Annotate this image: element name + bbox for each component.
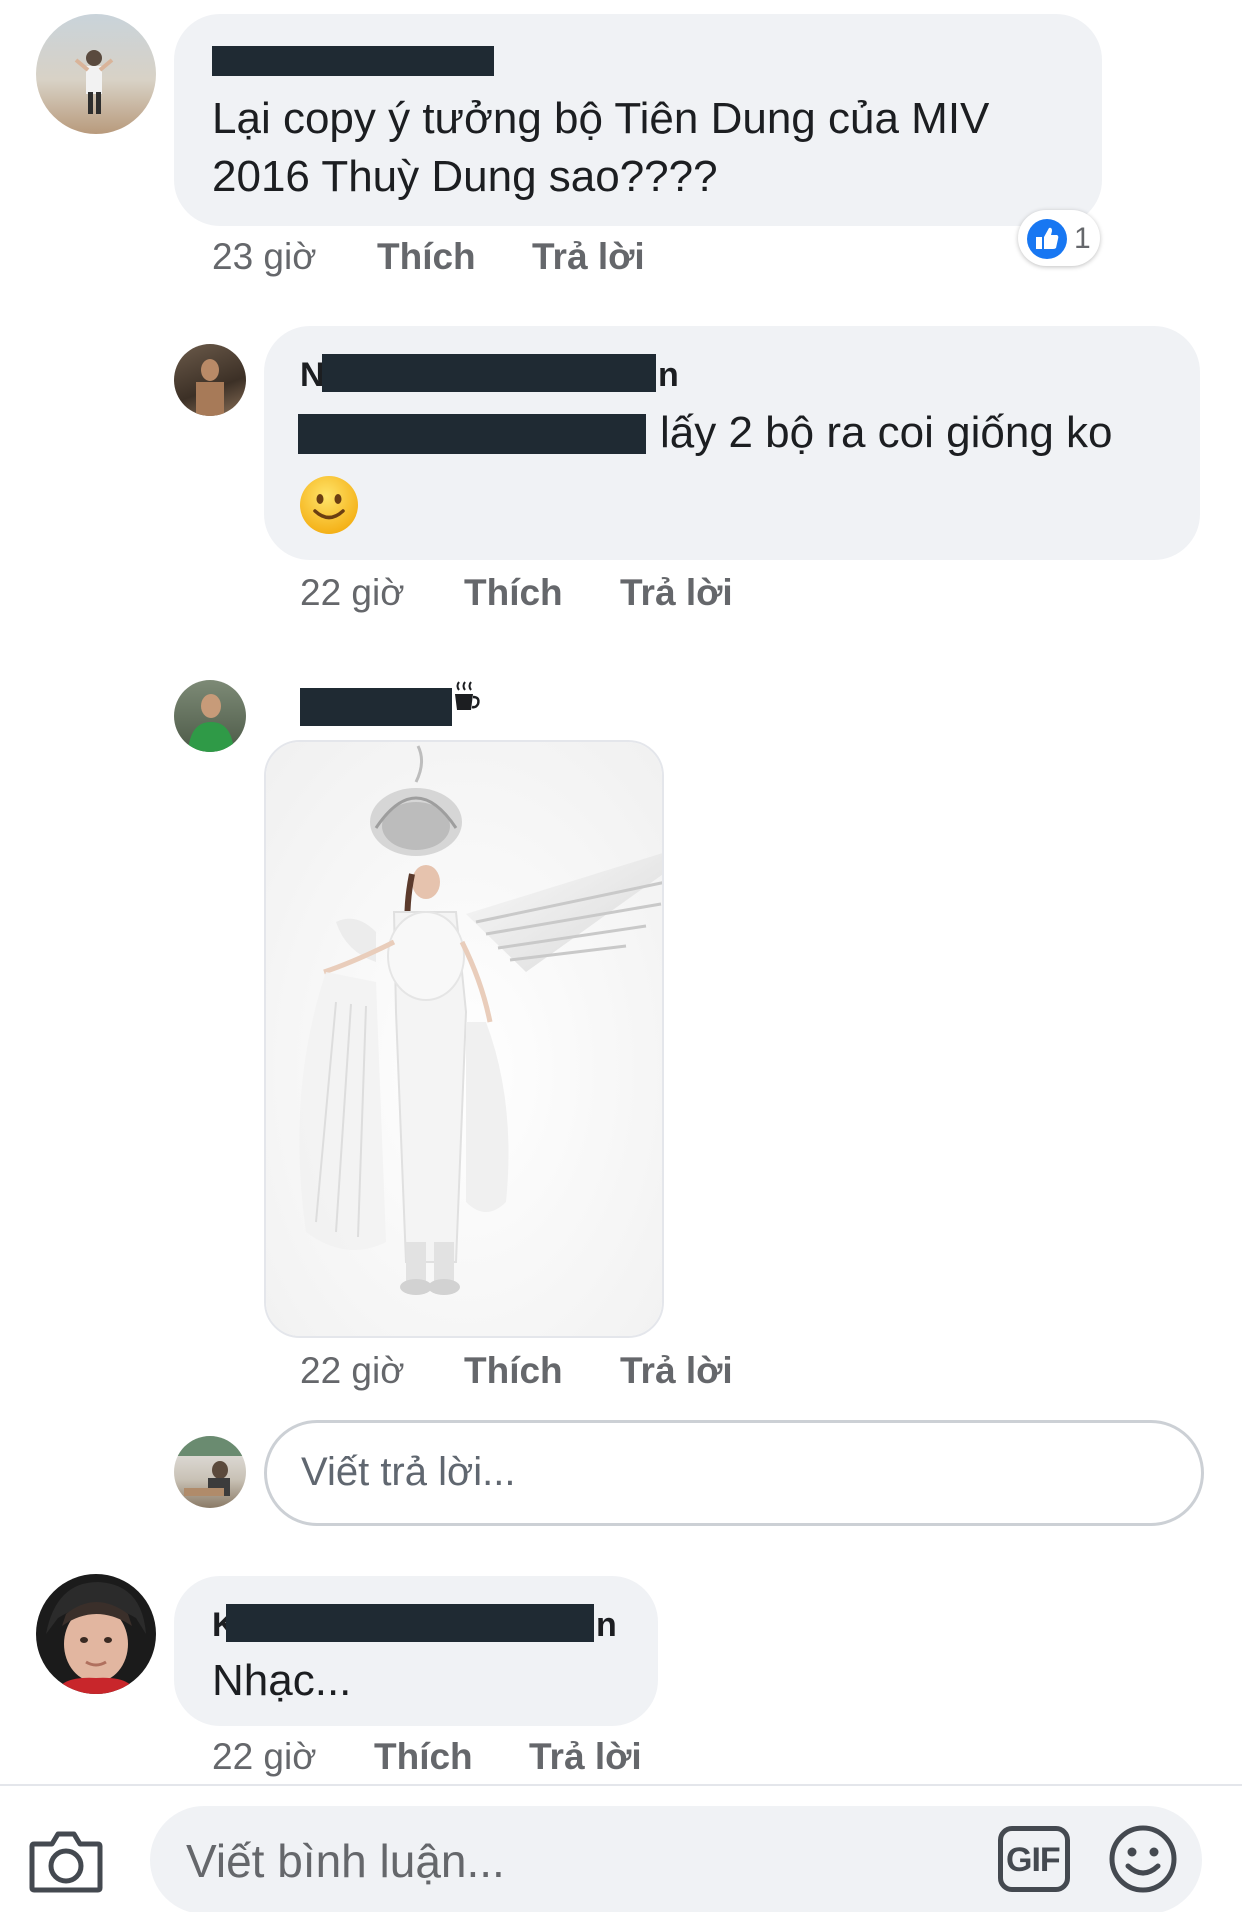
redacted-author-name — [300, 688, 452, 726]
reply-input-placeholder: Viết trả lời... — [301, 1450, 516, 1494]
like-icon — [1027, 219, 1067, 259]
reply-button[interactable]: Trả lời — [620, 572, 733, 614]
gif-button[interactable]: GIF — [998, 1826, 1070, 1892]
reply-text: lấy 2 bộ ra coi giống ko — [660, 408, 1113, 457]
avatar[interactable] — [174, 680, 246, 752]
photo-image — [266, 742, 662, 1336]
comment-text-line: 2016 Thuỳ Dung sao???? — [212, 152, 718, 201]
comment-time: 22 giờ — [212, 1736, 317, 1777]
emoji-icon[interactable] — [1108, 1824, 1178, 1894]
reply-button[interactable]: Trả lời — [620, 1350, 733, 1392]
comment-text-line: Lại copy ý tưởng bộ Tiên Dung của MIV — [212, 94, 990, 143]
coffee-icon — [452, 680, 482, 716]
redacted-author-name — [212, 46, 494, 76]
avatar[interactable] — [36, 14, 156, 134]
like-button[interactable]: Thích — [464, 1350, 563, 1392]
like-button[interactable]: Thích — [377, 236, 476, 278]
author-name-start: N — [300, 356, 325, 394]
person-photo — [196, 359, 224, 416]
redacted-author-name — [322, 354, 656, 392]
avatar[interactable] — [36, 1574, 156, 1694]
camera-icon[interactable] — [28, 1828, 104, 1894]
like-button[interactable]: Thích — [374, 1736, 473, 1778]
comment-text: Nhạc... — [212, 1656, 352, 1705]
avatar — [174, 1436, 246, 1508]
reaction-badge[interactable]: 1 — [1018, 210, 1100, 266]
reaction-count: 1 — [1074, 222, 1091, 255]
comment-composer-bar: Viết bình luận... GIF — [0, 1784, 1242, 1912]
reply-time: 22 giờ — [300, 1350, 405, 1391]
reply-button[interactable]: Trả lời — [529, 1736, 642, 1778]
person-photo — [188, 694, 234, 752]
avatar[interactable] — [174, 344, 246, 416]
comment-input-placeholder: Viết bình luận... — [186, 1835, 505, 1887]
gif-label: GIF — [1006, 1841, 1061, 1879]
person-photo — [174, 1436, 246, 1496]
comment-time: 23 giờ — [212, 236, 317, 277]
author-name-end: n — [596, 1606, 617, 1644]
person-photo — [46, 1582, 146, 1694]
redacted-author-name — [226, 1604, 594, 1642]
reply-input[interactable]: Viết trả lời... — [264, 1420, 1204, 1526]
smile-emoji-icon — [298, 474, 360, 536]
reply-button[interactable]: Trả lời — [532, 236, 645, 278]
person-photo — [74, 50, 114, 114]
comment-input[interactable]: Viết bình luận... GIF — [150, 1806, 1202, 1912]
reply-time: 22 giờ — [300, 572, 405, 613]
redacted-mention — [298, 414, 646, 454]
attached-photo[interactable] — [264, 740, 664, 1338]
author-name-end: n — [658, 356, 679, 394]
like-button[interactable]: Thích — [464, 572, 563, 614]
